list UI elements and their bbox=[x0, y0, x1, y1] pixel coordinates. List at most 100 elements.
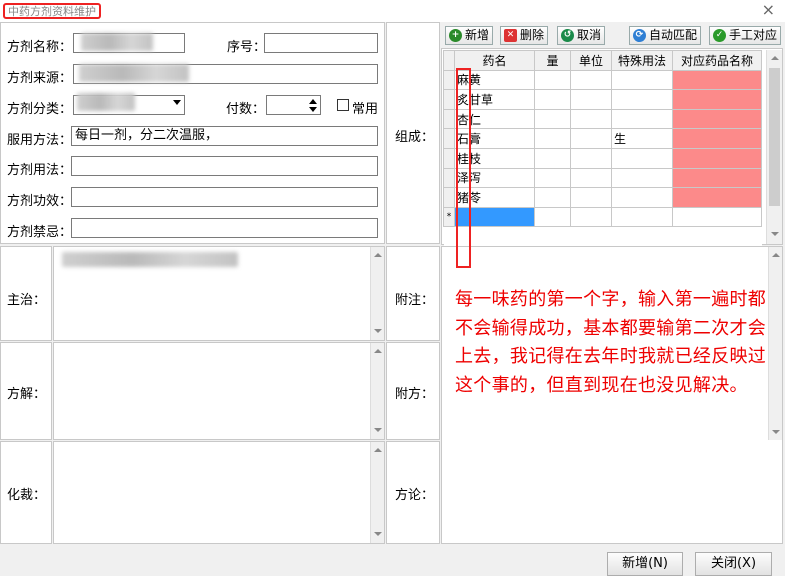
cell-matched-drug[interactable] bbox=[672, 187, 762, 208]
spin-down-icon[interactable] bbox=[309, 107, 317, 112]
doses-stepper[interactable] bbox=[266, 95, 321, 115]
usage-input[interactable]: 每日一剂，分二次温服， bbox=[71, 126, 378, 146]
cell-special-usage[interactable]: 生 bbox=[611, 128, 673, 149]
window-title: 中药方剂资料维护 bbox=[3, 3, 101, 19]
close-button[interactable]: 关闭(X) bbox=[695, 552, 772, 576]
table-row[interactable]: 石膏生 bbox=[443, 128, 762, 149]
composition-label-cell: 组成： bbox=[386, 22, 440, 244]
table-row[interactable]: 泽泻 bbox=[443, 167, 762, 189]
cell-matched-drug[interactable] bbox=[672, 89, 762, 110]
cell-unit[interactable] bbox=[570, 89, 612, 110]
table-row[interactable]: 杏仁 bbox=[443, 108, 762, 130]
table-row[interactable]: 炙甘草 bbox=[443, 89, 762, 110]
efficacy-input[interactable] bbox=[71, 187, 378, 207]
scroll-up-icon[interactable] bbox=[770, 56, 779, 60]
close-icon[interactable]: × bbox=[762, 0, 775, 20]
attached-label-cell: 附方： bbox=[386, 342, 440, 440]
adaptation-textarea[interactable] bbox=[53, 441, 385, 544]
notes-scrollbar[interactable] bbox=[768, 247, 782, 440]
col-header-special[interactable]: 特殊用法 bbox=[611, 50, 673, 71]
indications-scrollbar[interactable] bbox=[370, 247, 384, 340]
adaptation-scrollbar[interactable] bbox=[370, 442, 384, 543]
cell-special-usage[interactable] bbox=[611, 167, 673, 189]
category-label: 方剂分类： bbox=[7, 102, 73, 117]
common-checkbox[interactable] bbox=[337, 99, 349, 111]
cell-unit[interactable] bbox=[570, 187, 612, 208]
cell-special-usage[interactable] bbox=[611, 187, 673, 208]
scroll-up-icon[interactable] bbox=[373, 349, 382, 353]
cell-special-usage[interactable] bbox=[611, 206, 673, 228]
cell-amount[interactable] bbox=[534, 187, 571, 208]
cancel-edit-button[interactable]: ↺ 取消 bbox=[557, 26, 606, 45]
attached-label: 附方： bbox=[395, 387, 435, 402]
cell-matched-drug[interactable] bbox=[672, 147, 762, 169]
cell-matched-drug[interactable] bbox=[672, 128, 762, 149]
cell-unit[interactable] bbox=[570, 167, 612, 189]
explanation-textarea[interactable] bbox=[53, 342, 385, 440]
col-header-amount[interactable]: 量 bbox=[534, 50, 571, 71]
table-row[interactable]: 麻黄 bbox=[443, 69, 762, 91]
scroll-up-icon[interactable] bbox=[373, 448, 382, 452]
col-header-unit[interactable]: 单位 bbox=[570, 50, 612, 71]
cell-special-usage[interactable] bbox=[611, 108, 673, 130]
scroll-thumb[interactable] bbox=[769, 68, 780, 206]
add-row-button[interactable]: + 新增 bbox=[445, 26, 494, 45]
row-header: * bbox=[443, 206, 455, 228]
row-header bbox=[443, 108, 455, 130]
refresh-icon: ⟳ bbox=[633, 29, 646, 42]
indications-label-cell: 主治： bbox=[0, 246, 52, 341]
scroll-down-icon[interactable] bbox=[771, 430, 780, 434]
taboo-input[interactable] bbox=[71, 218, 378, 238]
explanation-scrollbar[interactable] bbox=[370, 343, 384, 439]
cell-special-usage[interactable] bbox=[611, 147, 673, 169]
scroll-down-icon[interactable] bbox=[373, 329, 382, 333]
method-input[interactable] bbox=[71, 156, 378, 176]
manual-match-button[interactable]: ✓ 手工对应 bbox=[709, 26, 782, 45]
cell-unit[interactable] bbox=[570, 69, 612, 91]
scroll-up-icon[interactable] bbox=[373, 253, 382, 257]
efficacy-label: 方剂功效： bbox=[7, 194, 73, 209]
cell-special-usage[interactable] bbox=[611, 69, 673, 91]
filler-cell bbox=[672, 226, 762, 247]
composition-grid: 药名 量 单位 特殊用法 对应药品名称 麻黄 炙甘草 杏仁 石膏生桂枝 泽泻 猪苓 * bbox=[443, 50, 762, 247]
cell-matched-drug[interactable] bbox=[672, 69, 762, 91]
cell-unit[interactable] bbox=[570, 108, 612, 130]
cell-matched-drug[interactable] bbox=[672, 206, 762, 228]
cell-matched-drug[interactable] bbox=[672, 167, 762, 189]
spin-up-icon[interactable] bbox=[309, 99, 317, 104]
scroll-down-icon[interactable] bbox=[770, 232, 779, 236]
explanation-label-cell: 方解： bbox=[0, 342, 52, 440]
scroll-down-icon[interactable] bbox=[373, 532, 382, 536]
cell-amount[interactable] bbox=[534, 206, 571, 228]
table-row[interactable]: 猪苓 bbox=[443, 187, 762, 208]
chevron-down-icon bbox=[173, 100, 181, 105]
cell-matched-drug[interactable] bbox=[672, 108, 762, 130]
new-row[interactable]: * bbox=[443, 206, 762, 228]
scroll-down-icon[interactable] bbox=[373, 428, 382, 432]
seq-input[interactable] bbox=[264, 33, 378, 53]
filler-cell bbox=[570, 226, 612, 247]
cell-unit[interactable] bbox=[570, 128, 612, 149]
grid-scrollbar[interactable] bbox=[766, 50, 782, 244]
row-header bbox=[443, 89, 455, 110]
new-button[interactable]: 新增(N) bbox=[607, 552, 683, 576]
indications-label: 主治： bbox=[7, 293, 47, 308]
delete-row-button[interactable]: ✕ 删除 bbox=[500, 26, 549, 45]
x-icon: ✕ bbox=[504, 29, 517, 42]
table-row[interactable]: 桂枝 bbox=[443, 147, 762, 169]
cell-amount[interactable] bbox=[534, 69, 571, 91]
scroll-up-icon[interactable] bbox=[771, 253, 780, 257]
filler-row bbox=[443, 226, 762, 247]
cell-amount[interactable] bbox=[534, 128, 571, 149]
cell-amount[interactable] bbox=[534, 147, 571, 169]
cell-special-usage[interactable] bbox=[611, 89, 673, 110]
cell-unit[interactable] bbox=[570, 147, 612, 169]
col-header-matched-drug[interactable]: 对应药品名称 bbox=[672, 50, 762, 71]
cell-unit[interactable] bbox=[570, 206, 612, 228]
cell-amount[interactable] bbox=[534, 89, 571, 110]
auto-match-button[interactable]: ⟳ 自动匹配 bbox=[629, 26, 702, 45]
cell-amount[interactable] bbox=[534, 108, 571, 130]
cell-amount[interactable] bbox=[534, 167, 571, 189]
row-header bbox=[443, 69, 455, 91]
explanation-label: 方解： bbox=[7, 387, 47, 402]
